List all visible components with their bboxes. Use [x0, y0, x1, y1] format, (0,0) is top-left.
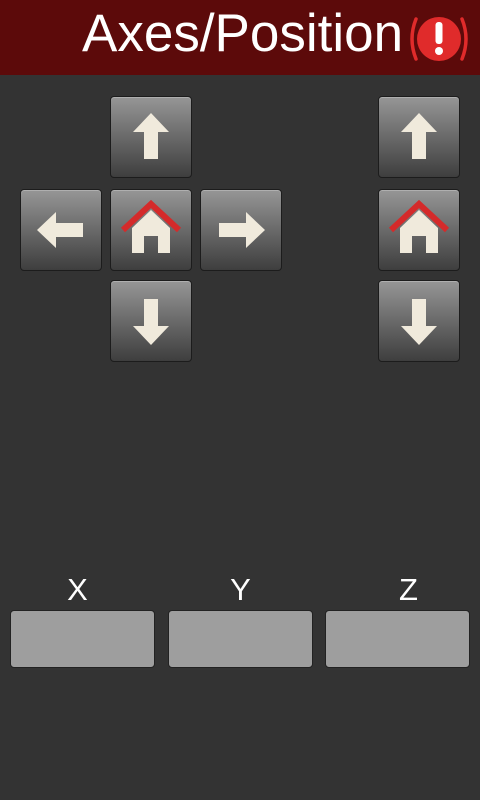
x-plus-button[interactable] — [200, 189, 282, 271]
arrow-right-icon — [219, 212, 265, 248]
x-position-field[interactable] — [10, 610, 155, 668]
alert-exclamation-icon[interactable] — [407, 11, 471, 67]
z-position-field[interactable] — [325, 610, 470, 668]
y-plus-button[interactable] — [110, 96, 192, 178]
z-home-button[interactable] — [378, 189, 460, 271]
x-axis-label: X — [67, 572, 88, 607]
header-bar: Axes/Position — [0, 0, 480, 75]
y-axis-label: Y — [230, 572, 251, 607]
z-axis-label: Z — [399, 572, 418, 607]
x-minus-button[interactable] — [20, 189, 102, 271]
arrow-left-icon — [37, 212, 83, 248]
arrow-up-icon — [401, 113, 437, 159]
z-plus-button[interactable] — [378, 96, 460, 178]
home-icon — [388, 199, 450, 253]
y-position-field[interactable] — [168, 610, 313, 668]
arrow-down-icon — [133, 299, 169, 345]
page-title: Axes/Position — [82, 4, 404, 63]
home-icon — [120, 199, 182, 253]
xy-home-button[interactable] — [110, 189, 192, 271]
arrow-up-icon — [133, 113, 169, 159]
y-minus-button[interactable] — [110, 280, 192, 362]
arrow-down-icon — [401, 299, 437, 345]
z-minus-button[interactable] — [378, 280, 460, 362]
